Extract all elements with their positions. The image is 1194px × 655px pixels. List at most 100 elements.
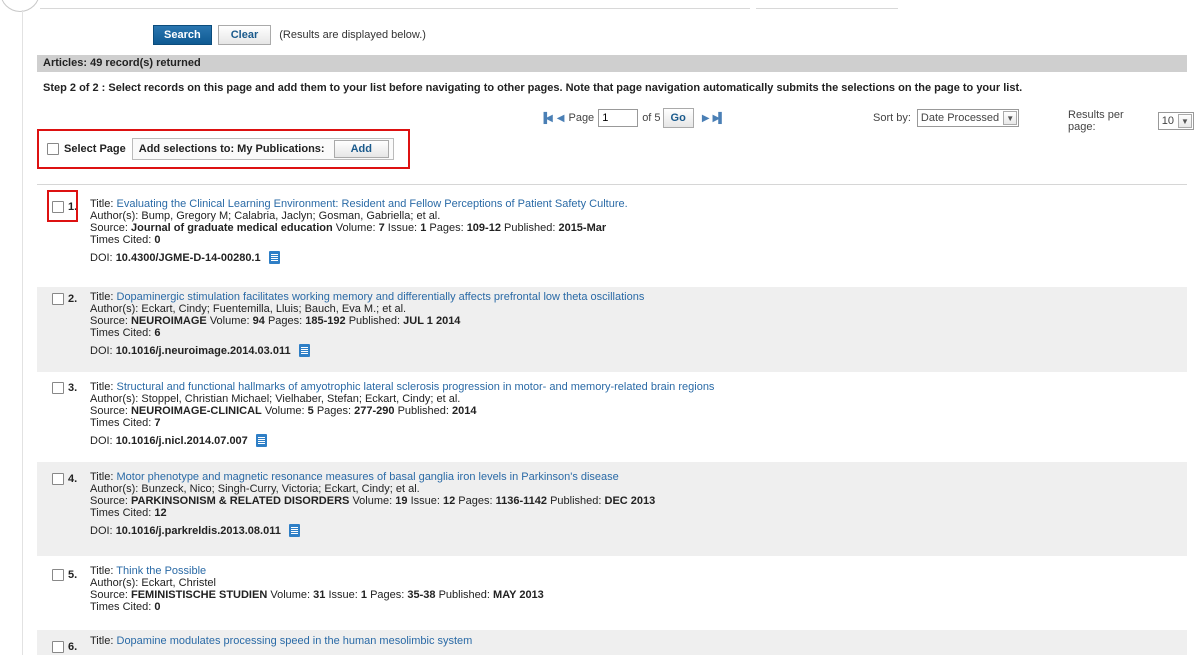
- top-field-edge-2: [756, 8, 898, 9]
- full-text-document-icon[interactable]: [298, 344, 310, 357]
- record-authors: Stoppel, Christian Michael; Vielhaber, S…: [141, 393, 461, 405]
- record-journal: PARKINSONISM & RELATED DISORDERS: [130, 495, 350, 507]
- first-page-icon[interactable]: ▐◀: [540, 113, 553, 124]
- published-label: Published:: [550, 495, 602, 507]
- record-row: 5. Title: Think the Possible Author(s): …: [37, 560, 1187, 628]
- title-label: Title:: [90, 381, 114, 393]
- pages-label: Pages:: [429, 222, 464, 234]
- next-page-icon[interactable]: ▶: [702, 113, 710, 124]
- record-times-cited: 0: [154, 234, 161, 246]
- record-times-cited: 0: [154, 601, 161, 613]
- record-pages: 185-192: [305, 315, 346, 327]
- full-text-document-icon[interactable]: [288, 524, 300, 537]
- published-label: Published:: [348, 315, 401, 327]
- record-title-link[interactable]: Think the Possible: [116, 565, 206, 577]
- top-field-edge: [40, 8, 750, 9]
- record-issue: 1: [420, 222, 427, 234]
- record-pages: 1136-1142: [495, 495, 547, 507]
- record-published: DEC 2013: [604, 495, 656, 507]
- source-label: Source:: [90, 495, 128, 507]
- add-button[interactable]: Add: [333, 140, 389, 158]
- search-actions: Search Clear (Results are displayed belo…: [153, 24, 426, 46]
- record-checkbox[interactable]: [52, 641, 64, 653]
- authors-label: Author(s):: [90, 210, 139, 222]
- record-doi: 10.1016/j.parkreldis.2013.08.011: [115, 525, 281, 537]
- page-number-input[interactable]: [598, 109, 639, 127]
- record-row: 1. Title: Evaluating the Clinical Learni…: [37, 198, 1187, 278]
- record-title-link[interactable]: Motor phenotype and magnetic resonance m…: [117, 471, 619, 483]
- record-volume: 5: [307, 405, 314, 417]
- record-journal: Journal of graduate medical education: [130, 222, 333, 234]
- record-checkbox[interactable]: [52, 293, 64, 305]
- record-doi: 10.1016/j.neuroimage.2014.03.011: [115, 345, 291, 357]
- prev-page-icon[interactable]: ◀: [557, 113, 565, 124]
- volume-label: Volume:: [352, 495, 393, 507]
- results-per-page-select[interactable]: 10 ▼: [1157, 112, 1194, 130]
- search-button[interactable]: Search: [153, 25, 212, 45]
- sort-control: Sort by: Date Processed ▼: [873, 109, 1020, 127]
- pagination: ▐◀ ◀ Page of 5 Go ▶ ▶▌: [540, 108, 726, 128]
- sort-select[interactable]: Date Processed ▼: [916, 109, 1020, 127]
- chevron-down-icon: ▼: [1003, 111, 1018, 125]
- go-button[interactable]: Go: [662, 108, 694, 128]
- selection-toolbar: Select Page Add selections to: My Public…: [37, 129, 410, 169]
- volume-label: Volume:: [264, 405, 305, 417]
- title-label: Title:: [90, 635, 114, 647]
- issue-label: Issue:: [328, 589, 358, 601]
- record-title-link[interactable]: Dopaminergic stimulation facilitates wor…: [117, 291, 645, 303]
- source-label: Source:: [90, 222, 128, 234]
- record-doi: 10.4300/JGME-D-14-00280.1: [115, 252, 261, 264]
- record-published: 2014: [452, 405, 477, 417]
- divider: [37, 184, 1187, 185]
- record-pages: 109-12: [466, 222, 501, 234]
- record-journal: NEUROIMAGE-CLINICAL: [130, 405, 262, 417]
- record-published: MAY 2013: [493, 589, 544, 601]
- record-number: 3.: [68, 382, 78, 394]
- results-note: (Results are displayed below.): [279, 29, 426, 41]
- authors-label: Author(s):: [90, 393, 139, 405]
- record-checkbox[interactable]: [52, 382, 64, 394]
- published-label: Published:: [397, 405, 449, 417]
- record-checkbox[interactable]: [52, 473, 64, 485]
- top-search-edge: [0, 0, 40, 12]
- title-label: Title:: [90, 291, 114, 303]
- record-row: 6. Title: Dopamine modulates processing …: [37, 630, 1187, 655]
- left-border: [22, 10, 23, 655]
- top-chrome: [0, 0, 1194, 12]
- times-cited-label: Times Cited:: [90, 327, 152, 339]
- results-per-page-value: 10: [1161, 115, 1174, 127]
- select-page-label: Select Page: [64, 143, 126, 155]
- step-instructions: Step 2 of 2 : Select records on this pag…: [43, 82, 1023, 94]
- volume-label: Volume:: [270, 589, 311, 601]
- record-authors: Eckart, Cindy; Fuentemilla, Lluis; Bauch…: [141, 303, 407, 315]
- volume-label: Volume:: [335, 222, 376, 234]
- record-number: 4.: [68, 473, 78, 485]
- record-issue: 12: [442, 495, 456, 507]
- record-title-link[interactable]: Evaluating the Clinical Learning Environ…: [117, 198, 628, 210]
- issue-label: Issue:: [410, 495, 440, 507]
- record-title-link[interactable]: Structural and functional hallmarks of a…: [117, 381, 715, 393]
- record-authors: Eckart, Christel: [141, 577, 216, 589]
- record-number: 6.: [68, 641, 78, 653]
- articles-header: Articles: 49 record(s) returned: [37, 55, 1187, 72]
- source-label: Source:: [90, 315, 128, 327]
- record-checkbox[interactable]: [52, 569, 64, 581]
- volume-label: Volume:: [209, 315, 250, 327]
- full-text-document-icon[interactable]: [255, 434, 267, 447]
- record-times-cited: 12: [154, 507, 167, 519]
- record-authors: Bump, Gregory M; Calabria, Jaclyn; Gosma…: [141, 210, 441, 222]
- authors-label: Author(s):: [90, 577, 139, 589]
- published-label: Published:: [504, 222, 556, 234]
- title-label: Title:: [90, 471, 114, 483]
- select-page-checkbox[interactable]: [47, 143, 59, 155]
- source-label: Source:: [90, 589, 128, 601]
- record-title-link[interactable]: Dopamine modulates processing speed in t…: [117, 635, 473, 647]
- record-volume: 94: [252, 315, 265, 327]
- clear-button[interactable]: Clear: [217, 25, 272, 45]
- last-page-icon[interactable]: ▶▌: [713, 113, 726, 124]
- doi-label: DOI:: [90, 435, 113, 447]
- times-cited-label: Times Cited:: [90, 507, 152, 519]
- record-number: 2.: [68, 293, 78, 305]
- full-text-document-icon[interactable]: [268, 251, 280, 264]
- chevron-down-icon: ▼: [1178, 114, 1192, 128]
